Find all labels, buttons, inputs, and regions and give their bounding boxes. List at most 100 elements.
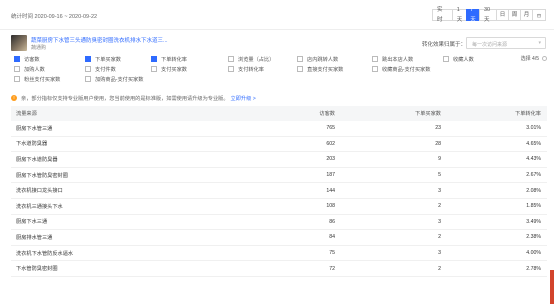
table-row[interactable]: 厨房下水道防臭器 203 9 4.43%: [11, 152, 547, 168]
metric-label: 支付件数: [95, 66, 116, 73]
table-row[interactable]: 厨房下水管三通 765 23 3.01%: [11, 121, 547, 137]
metric-cart-pay-buyers[interactable]: 加购商品-支付买家数: [85, 75, 143, 83]
table-row[interactable]: 厨房下水三通 86 3 3.49%: [11, 215, 547, 231]
metric-pageviews[interactable]: 浏览量（占比）: [228, 55, 274, 63]
shop-name: 蔬通购: [31, 45, 47, 51]
cell-source: 厨房下水管三通: [16, 125, 53, 132]
table-row[interactable]: 厨房排水管三通 84 2 2.38%: [11, 230, 547, 246]
range-1day-button[interactable]: 1天: [452, 7, 467, 23]
metric-label: 收藏人数: [453, 56, 474, 63]
metric-fan-pay-buyers[interactable]: 粉丝支付买家数: [14, 75, 60, 83]
checkbox-icon: [151, 66, 157, 72]
cell-visitors: 203: [326, 156, 335, 163]
cell-visitors: 84: [329, 234, 335, 241]
metric-label: 店内跳转人数: [307, 56, 339, 63]
range-30day-button[interactable]: 30天: [479, 7, 497, 23]
cell-order-rate: 1.85%: [526, 203, 541, 210]
upgrade-link[interactable]: 立即升级 >: [231, 95, 256, 102]
cell-visitors: 72: [329, 265, 335, 272]
cell-source: 洗衣机下水管防反水逼水: [16, 250, 74, 257]
cell-source: 厨房下水管防臭密封圈: [16, 172, 68, 179]
calendar-icon-glyph: [537, 13, 541, 17]
metric-label: 加购人数: [24, 66, 45, 73]
cell-order-buyers: 3: [438, 250, 441, 257]
notice-text: 亲，部分指标仅支持专业版用户使用，您当前使用的是标准版，如需使用请升级为专业版。: [21, 95, 229, 102]
table-row[interactable]: 洗衣机下水管防反水逼水 75 3 4.00%: [11, 246, 547, 262]
table-body: 厨房下水管三通 765 23 3.01% 下水道防臭器 602 28 4.65% 厨房下水道防臭…: [11, 121, 547, 277]
product-title-link[interactable]: 蔬菜厨房下水管三头通防臭密封圈洗衣机排水下水道三...: [31, 36, 191, 44]
checkbox-icon: [443, 56, 449, 62]
header-source[interactable]: 流量来源: [11, 110, 211, 117]
checkbox-icon: [228, 66, 234, 72]
table-header: 流量来源 访客数 下单买家数 下单转化率: [11, 106, 547, 121]
metric-add-cart[interactable]: 加购人数: [14, 65, 45, 73]
cell-source: 厨房下水三通: [16, 219, 48, 226]
metric-label: 收藏商品-支付买家数: [382, 66, 431, 73]
cell-source: 厨房下水道防臭器: [16, 156, 58, 163]
metric-exit-store[interactable]: 跳出本店人数: [372, 55, 413, 63]
cell-order-buyers: 2: [438, 265, 441, 272]
attribution-select[interactable]: 每一次访问来源 ▾: [466, 37, 546, 49]
metric-label: 访客数: [24, 56, 40, 63]
metric-label: 下单转化率: [161, 56, 187, 63]
metric-direct-pay-buyers[interactable]: 直接支付买家数: [297, 65, 343, 73]
metric-in-store-jump[interactable]: 店内跳转人数: [297, 55, 338, 63]
cell-order-rate: 3.01%: [526, 125, 541, 132]
date-range-label: 统计时间 2020-09-16 ~ 2020-09-22: [11, 14, 98, 20]
table-row[interactable]: 洗衣机三通接头下水 108 2 1.85%: [11, 199, 547, 215]
cell-order-buyers: 9: [438, 156, 441, 163]
metric-visitors[interactable]: 访客数: [14, 55, 40, 63]
chevron-down-icon: ▾: [538, 40, 541, 46]
metric-label: 支付转化率: [238, 66, 264, 73]
side-tab[interactable]: [550, 270, 554, 304]
choose-count: 选择 4/5: [521, 55, 547, 62]
table-row[interactable]: 厨房下水管防臭密封圈 187 5 2.67%: [11, 168, 547, 184]
range-7day-button[interactable]: 7天: [466, 7, 480, 23]
metric-pay-rate[interactable]: 支付转化率: [228, 65, 264, 73]
cell-visitors: 75: [329, 250, 335, 257]
cell-source: 厨房排水管三通: [16, 234, 53, 241]
cell-source: 下水管防臭密封圈: [16, 266, 58, 273]
checkbox-icon: [228, 56, 234, 62]
metric-favorites[interactable]: 收藏人数: [443, 55, 474, 63]
product-thumbnail[interactable]: [11, 35, 27, 51]
metric-paid-buyers[interactable]: 支付买家数: [151, 65, 187, 73]
cell-visitors: 108: [326, 203, 335, 210]
metric-label: 下单买家数: [95, 56, 121, 63]
table-row[interactable]: 洗衣机接口龙头接口 144 3 2.08%: [11, 183, 547, 199]
checkbox-icon: [14, 56, 20, 62]
metric-fav-pay-buyers[interactable]: 收藏商品-支付买家数: [372, 65, 430, 73]
cell-visitors: 765: [326, 125, 335, 132]
cell-order-buyers: 5: [438, 172, 441, 179]
cell-order-rate: 2.08%: [526, 187, 541, 194]
metric-label: 支付买家数: [161, 66, 187, 73]
header-visitors[interactable]: 访客数: [211, 110, 335, 117]
checkbox-icon: [14, 76, 20, 82]
range-realtime-button[interactable]: 实 时: [432, 7, 453, 23]
cell-visitors: 187: [326, 172, 335, 179]
checkbox-icon: [85, 66, 91, 72]
metric-paid-items[interactable]: 支付件数: [85, 65, 116, 73]
cell-order-buyers: 23: [435, 125, 441, 132]
cell-visitors: 86: [329, 218, 335, 225]
cell-order-rate: 3.49%: [526, 218, 541, 225]
checkbox-icon: [372, 66, 378, 72]
header-order-buyers[interactable]: 下单买家数: [335, 110, 441, 117]
metric-selector: 访客数 下单买家数 下单转化率 浏览量（占比） 店内跳转人数 跳出本店人数 收藏…: [11, 55, 547, 85]
cell-source: 洗衣机三通接头下水: [16, 203, 63, 210]
metric-label: 粉丝支付买家数: [24, 76, 61, 83]
cell-visitors: 602: [326, 140, 335, 147]
table-row[interactable]: 下水道防臭器 602 28 4.65%: [11, 137, 547, 153]
metric-order-buyers[interactable]: 下单买家数: [85, 55, 121, 63]
attribution-select-value: 每一次访问来源: [472, 42, 508, 48]
cell-order-rate: 2.78%: [526, 265, 541, 272]
table-row[interactable]: 下水管防臭密封圈 72 2 2.78%: [11, 261, 547, 277]
metric-label: 直接支付买家数: [307, 66, 344, 73]
calendar-icon[interactable]: [532, 9, 546, 21]
metric-order-rate[interactable]: 下单转化率: [151, 55, 187, 63]
cell-order-buyers: 2: [438, 234, 441, 241]
radio-icon[interactable]: [542, 56, 547, 61]
header-order-rate[interactable]: 下单转化率: [441, 110, 541, 117]
checkbox-icon: [85, 56, 91, 62]
metric-label: 跳出本店人数: [382, 56, 414, 63]
